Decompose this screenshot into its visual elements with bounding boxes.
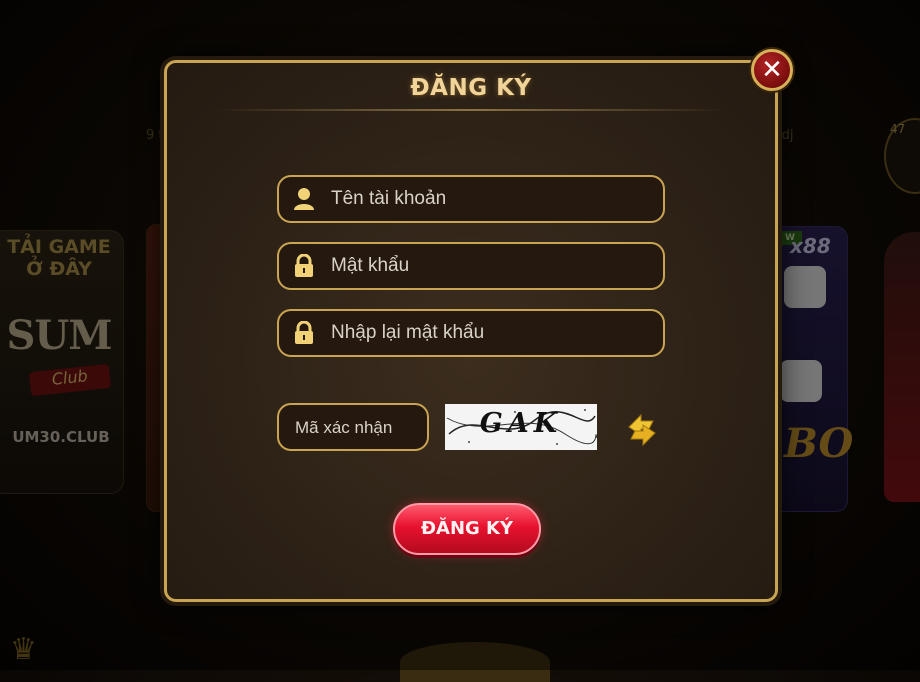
- username-placeholder: Tên tài khoản: [331, 188, 447, 209]
- captcha-text: GAK: [479, 408, 563, 439]
- dialog-title: ĐĂNG KÝ: [410, 75, 532, 101]
- captcha-placeholder: Mã xác nhận: [295, 418, 393, 437]
- lock-icon: [295, 321, 313, 344]
- register-dialog: ĐĂNG KÝ ✕ Tên tài khoản Mật khẩu Nhập lạ…: [164, 49, 793, 602]
- user-icon: [294, 188, 314, 210]
- captcha-input[interactable]: Mã xác nhận: [277, 403, 429, 451]
- register-submit-button[interactable]: ĐĂNG KÝ: [393, 503, 541, 555]
- username-field[interactable]: Tên tài khoản: [277, 175, 665, 223]
- refresh-captcha-button[interactable]: [621, 407, 663, 449]
- title-divider: [215, 109, 727, 111]
- password-field[interactable]: Mật khẩu: [277, 242, 665, 290]
- close-button[interactable]: ✕: [751, 49, 793, 91]
- password-placeholder: Mật khẩu: [331, 255, 410, 276]
- close-icon: ✕: [761, 55, 783, 85]
- confirm-password-placeholder: Nhập lại mật khẩu: [331, 322, 485, 343]
- lock-icon: [295, 254, 313, 277]
- confirm-password-field[interactable]: Nhập lại mật khẩu: [277, 309, 665, 357]
- captcha-image: GAK: [445, 404, 597, 450]
